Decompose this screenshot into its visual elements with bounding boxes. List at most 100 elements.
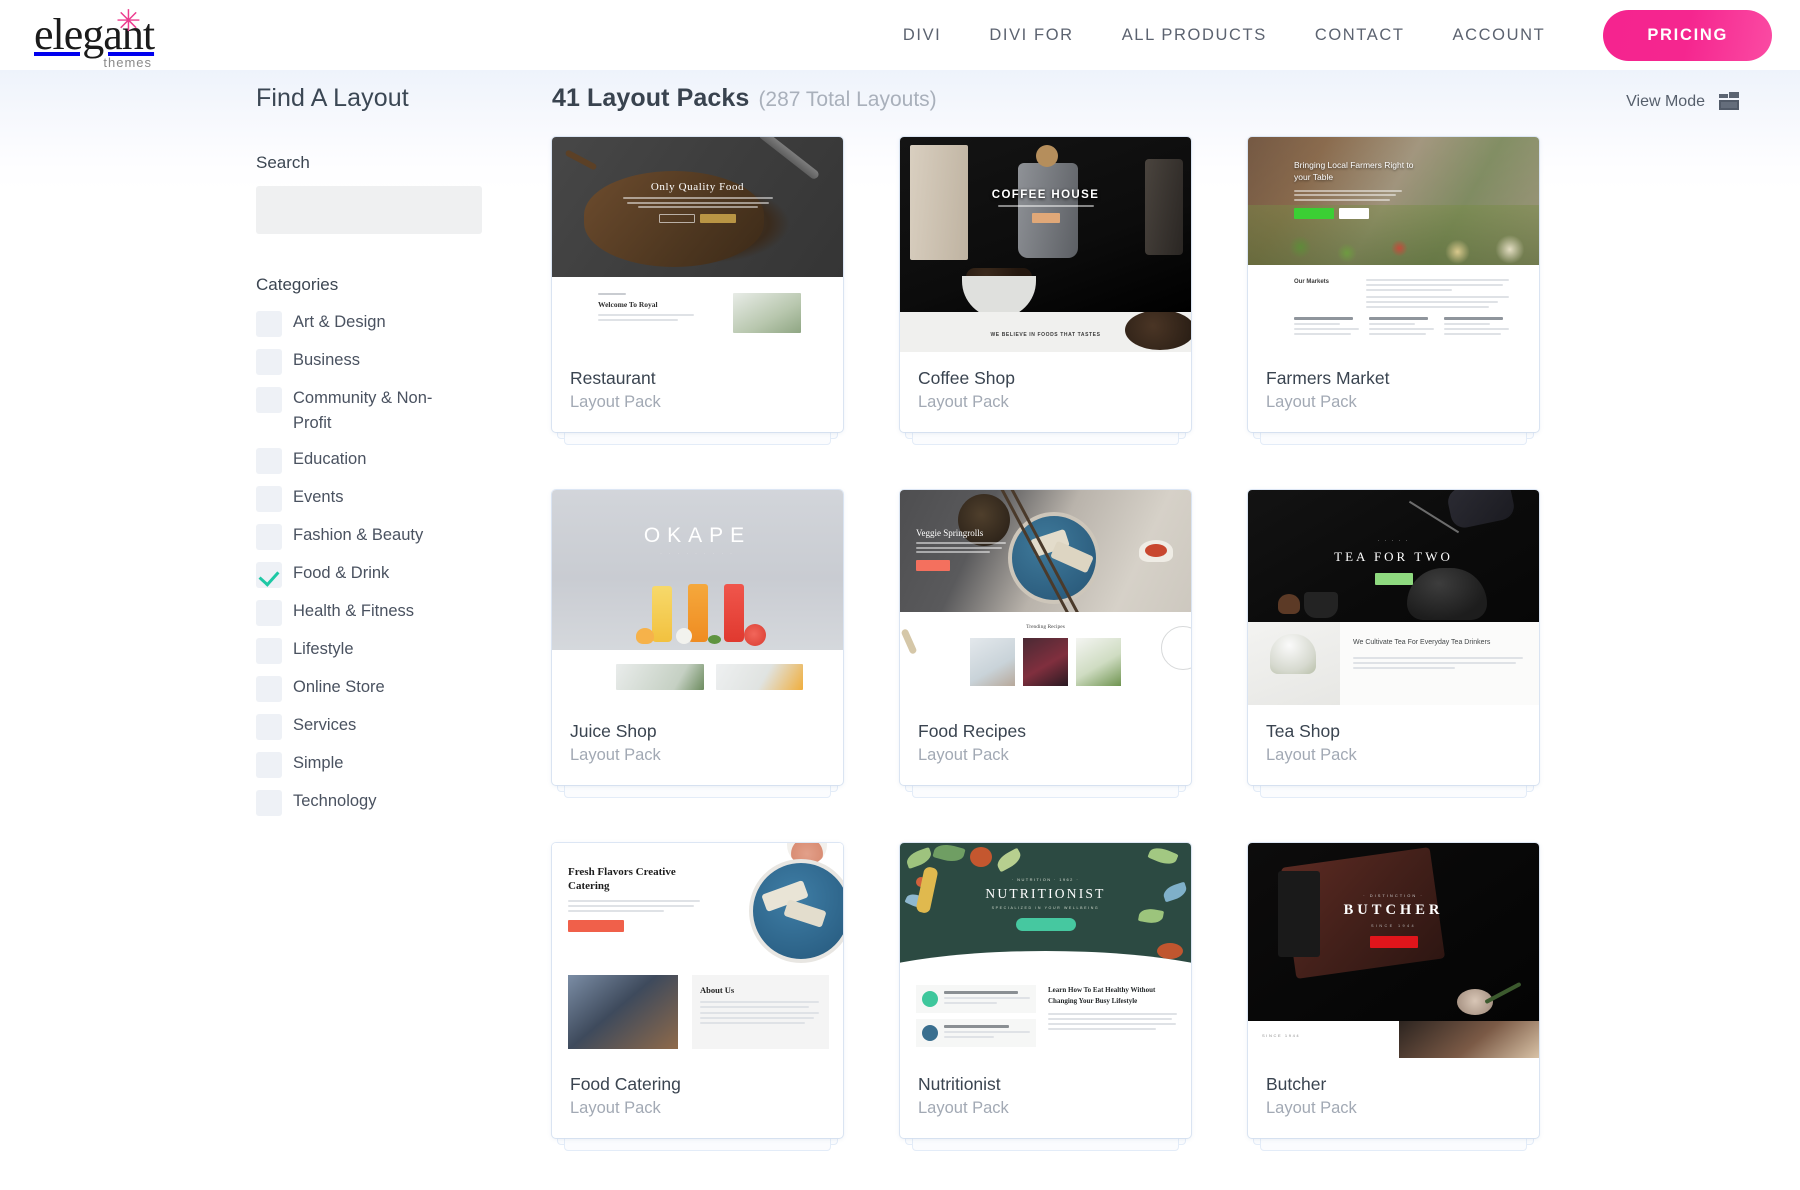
view-mode-label: View Mode xyxy=(1626,93,1705,111)
checkbox-icon[interactable] xyxy=(256,387,282,413)
card-subtitle: Layout Pack xyxy=(570,1099,825,1118)
checkbox-icon[interactable] xyxy=(256,790,282,816)
grinder-knob-graphic xyxy=(1036,145,1058,167)
layout-pack-card[interactable]: · DISTINCTION · BUTCHER SINCE 1944 SINCE… xyxy=(1248,843,1539,1138)
category-item-community-non-profit[interactable]: Community & Non-Profit xyxy=(256,386,552,436)
knife-graphic xyxy=(760,137,821,181)
layout-pack-card-wrapper: Veggie Springrolls Trending Recipes xyxy=(900,490,1191,785)
checkbox-icon[interactable] xyxy=(256,638,282,664)
category-item-online-store[interactable]: Online Store xyxy=(256,675,552,702)
category-item-events[interactable]: Events xyxy=(256,485,552,512)
category-item-fashion-beauty[interactable]: Fashion & Beauty xyxy=(256,523,552,550)
primary-nav: DIVI DIVI FOR ALL PRODUCTS CONTACT ACCOU… xyxy=(879,10,1772,61)
nav-item-all-products[interactable]: ALL PRODUCTS xyxy=(1098,26,1291,45)
category-item-lifestyle[interactable]: Lifestyle xyxy=(256,637,552,664)
layout-pack-card[interactable]: Bringing Local Farmers Right to your Tab… xyxy=(1248,137,1539,432)
thumbnail-body xyxy=(552,650,843,705)
pricing-button[interactable]: PRICING xyxy=(1603,10,1772,61)
category-item-technology[interactable]: Technology xyxy=(256,789,552,816)
thumb-body-title: Our Markets xyxy=(1294,279,1352,311)
thumbnail-body: WE BELIEVE IN FOODS THAT TASTES xyxy=(900,312,1191,352)
thumb-hero-title: NUTRITIONIST xyxy=(900,886,1191,902)
thumbnail-hero: · NUTRITION · 1962 · NUTRITIONIST SPECIA… xyxy=(900,843,1191,971)
thumb-hero-title: TEA FOR TWO xyxy=(1248,549,1539,565)
layout-pack-card[interactable]: · · · · · TEA FOR TWO We Cultivate Tea F… xyxy=(1248,490,1539,785)
thumbnail-body: Welcome To Royal xyxy=(552,277,843,352)
checkbox-icon[interactable] xyxy=(256,714,282,740)
thumbnail-hero: · DISTINCTION · BUTCHER SINCE 1944 xyxy=(1248,843,1539,1021)
card-title: Food Recipes xyxy=(918,721,1173,742)
card-meta: Food Catering Layout Pack xyxy=(552,1058,843,1138)
thumb-hero-title: OKAPE xyxy=(552,524,843,548)
checkbox-icon[interactable] xyxy=(256,600,282,626)
thumbnail-hero: Fresh Flavors Creative Catering xyxy=(552,843,843,965)
category-label: Fashion & Beauty xyxy=(293,523,423,548)
layout-pack-card-wrapper: COFFEE HOUSE WE BELIEVE IN FOODS THAT TA… xyxy=(900,137,1191,432)
card-meta: Food Recipes Layout Pack xyxy=(900,705,1191,785)
nav-item-account[interactable]: ACCOUNT xyxy=(1429,26,1570,45)
card-meta: Restaurant Layout Pack xyxy=(552,352,843,432)
checkbox-icon[interactable] xyxy=(256,524,282,550)
category-item-art-design[interactable]: Art & Design xyxy=(256,310,552,337)
thumb-hero-title: Bringing Local Farmers Right to your Tab… xyxy=(1294,159,1414,184)
card-thumbnail: Only Quality Food xyxy=(552,137,843,352)
thumb-body-title: Learn How To Eat Healthy Without Changin… xyxy=(1048,985,1177,1007)
search-input[interactable] xyxy=(256,186,482,234)
card-title: Farmers Market xyxy=(1266,368,1521,389)
category-label: Simple xyxy=(293,751,343,776)
nav-item-divi-for[interactable]: DIVI FOR xyxy=(965,26,1097,45)
layout-pack-card[interactable]: Fresh Flavors Creative Catering xyxy=(552,843,843,1138)
category-item-simple[interactable]: Simple xyxy=(256,751,552,778)
thumb-hero-title: COFFEE HOUSE xyxy=(900,189,1191,201)
layout-pack-grid: Only Quality Food xyxy=(552,137,1760,1138)
card-thumbnail: OKAPE · · · · · · · · · xyxy=(552,490,843,705)
layout-pack-card[interactable]: OKAPE · · · · · · · · · xyxy=(552,490,843,785)
layout-pack-card[interactable]: COFFEE HOUSE WE BELIEVE IN FOODS THAT TA… xyxy=(900,137,1191,432)
card-thumbnail: Fresh Flavors Creative Catering xyxy=(552,843,843,1058)
layout-pack-card[interactable]: Only Quality Food xyxy=(552,137,843,432)
card-title: Restaurant xyxy=(570,368,825,389)
thumb-hero-title: Only Quality Food xyxy=(552,181,843,193)
card-thumbnail: COFFEE HOUSE WE BELIEVE IN FOODS THAT TA… xyxy=(900,137,1191,352)
layout-pack-card[interactable]: Veggie Springrolls Trending Recipes xyxy=(900,490,1191,785)
nav-item-divi[interactable]: DIVI xyxy=(879,26,966,45)
card-thumbnail: Bringing Local Farmers Right to your Tab… xyxy=(1248,137,1539,352)
layout-pack-card[interactable]: · NUTRITION · 1962 · NUTRITIONIST SPECIA… xyxy=(900,843,1191,1138)
checkbox-icon[interactable] xyxy=(256,752,282,778)
view-mode-toggle[interactable]: View Mode xyxy=(1626,92,1740,112)
checkbox-icon[interactable] xyxy=(256,448,282,474)
card-thumbnail: Veggie Springrolls Trending Recipes xyxy=(900,490,1191,705)
thumb-body-title: SINCE 1944 xyxy=(1262,1033,1300,1038)
category-item-services[interactable]: Services xyxy=(256,713,552,740)
card-title: Food Catering xyxy=(570,1074,825,1095)
checkbox-icon[interactable] xyxy=(256,486,282,512)
nav-item-contact[interactable]: CONTACT xyxy=(1291,26,1429,45)
site-logo[interactable]: elegant ✳ themes xyxy=(34,13,154,57)
category-item-food-drink[interactable]: Food & Drink xyxy=(256,561,552,588)
category-label: Education xyxy=(293,447,366,472)
grid-view-icon[interactable] xyxy=(1718,92,1740,112)
coffee-bowl-graphic xyxy=(962,276,1036,312)
category-item-health-fitness[interactable]: Health & Fitness xyxy=(256,599,552,626)
card-title: Coffee Shop xyxy=(918,368,1173,389)
thumb-body-title: Welcome To Royal xyxy=(598,300,721,309)
checkbox-checked-icon[interactable] xyxy=(256,562,282,588)
card-meta: Butcher Layout Pack xyxy=(1248,1058,1539,1138)
results-header: 41 Layout Packs (287 Total Layouts) View… xyxy=(552,84,1760,113)
thumb-body-title: We Cultivate Tea For Everyday Tea Drinke… xyxy=(1353,638,1523,649)
card-subtitle: Layout Pack xyxy=(918,393,1173,412)
thumb-body-title: Trending Recipes xyxy=(900,612,1191,630)
category-item-education[interactable]: Education xyxy=(256,447,552,474)
layout-pack-card-wrapper: · · · · · TEA FOR TWO We Cultivate Tea F… xyxy=(1248,490,1539,785)
card-meta: Farmers Market Layout Pack xyxy=(1248,352,1539,432)
category-item-business[interactable]: Business xyxy=(256,348,552,375)
card-thumbnail: · NUTRITION · 1962 · NUTRITIONIST SPECIA… xyxy=(900,843,1191,1058)
category-label: Health & Fitness xyxy=(293,599,414,624)
card-subtitle: Layout Pack xyxy=(1266,393,1521,412)
checkbox-icon[interactable] xyxy=(256,349,282,375)
card-meta: Coffee Shop Layout Pack xyxy=(900,352,1191,432)
checkbox-icon[interactable] xyxy=(256,676,282,702)
checkbox-icon[interactable] xyxy=(256,311,282,337)
card-subtitle: Layout Pack xyxy=(1266,1099,1521,1118)
card-title: Butcher xyxy=(1266,1074,1521,1095)
